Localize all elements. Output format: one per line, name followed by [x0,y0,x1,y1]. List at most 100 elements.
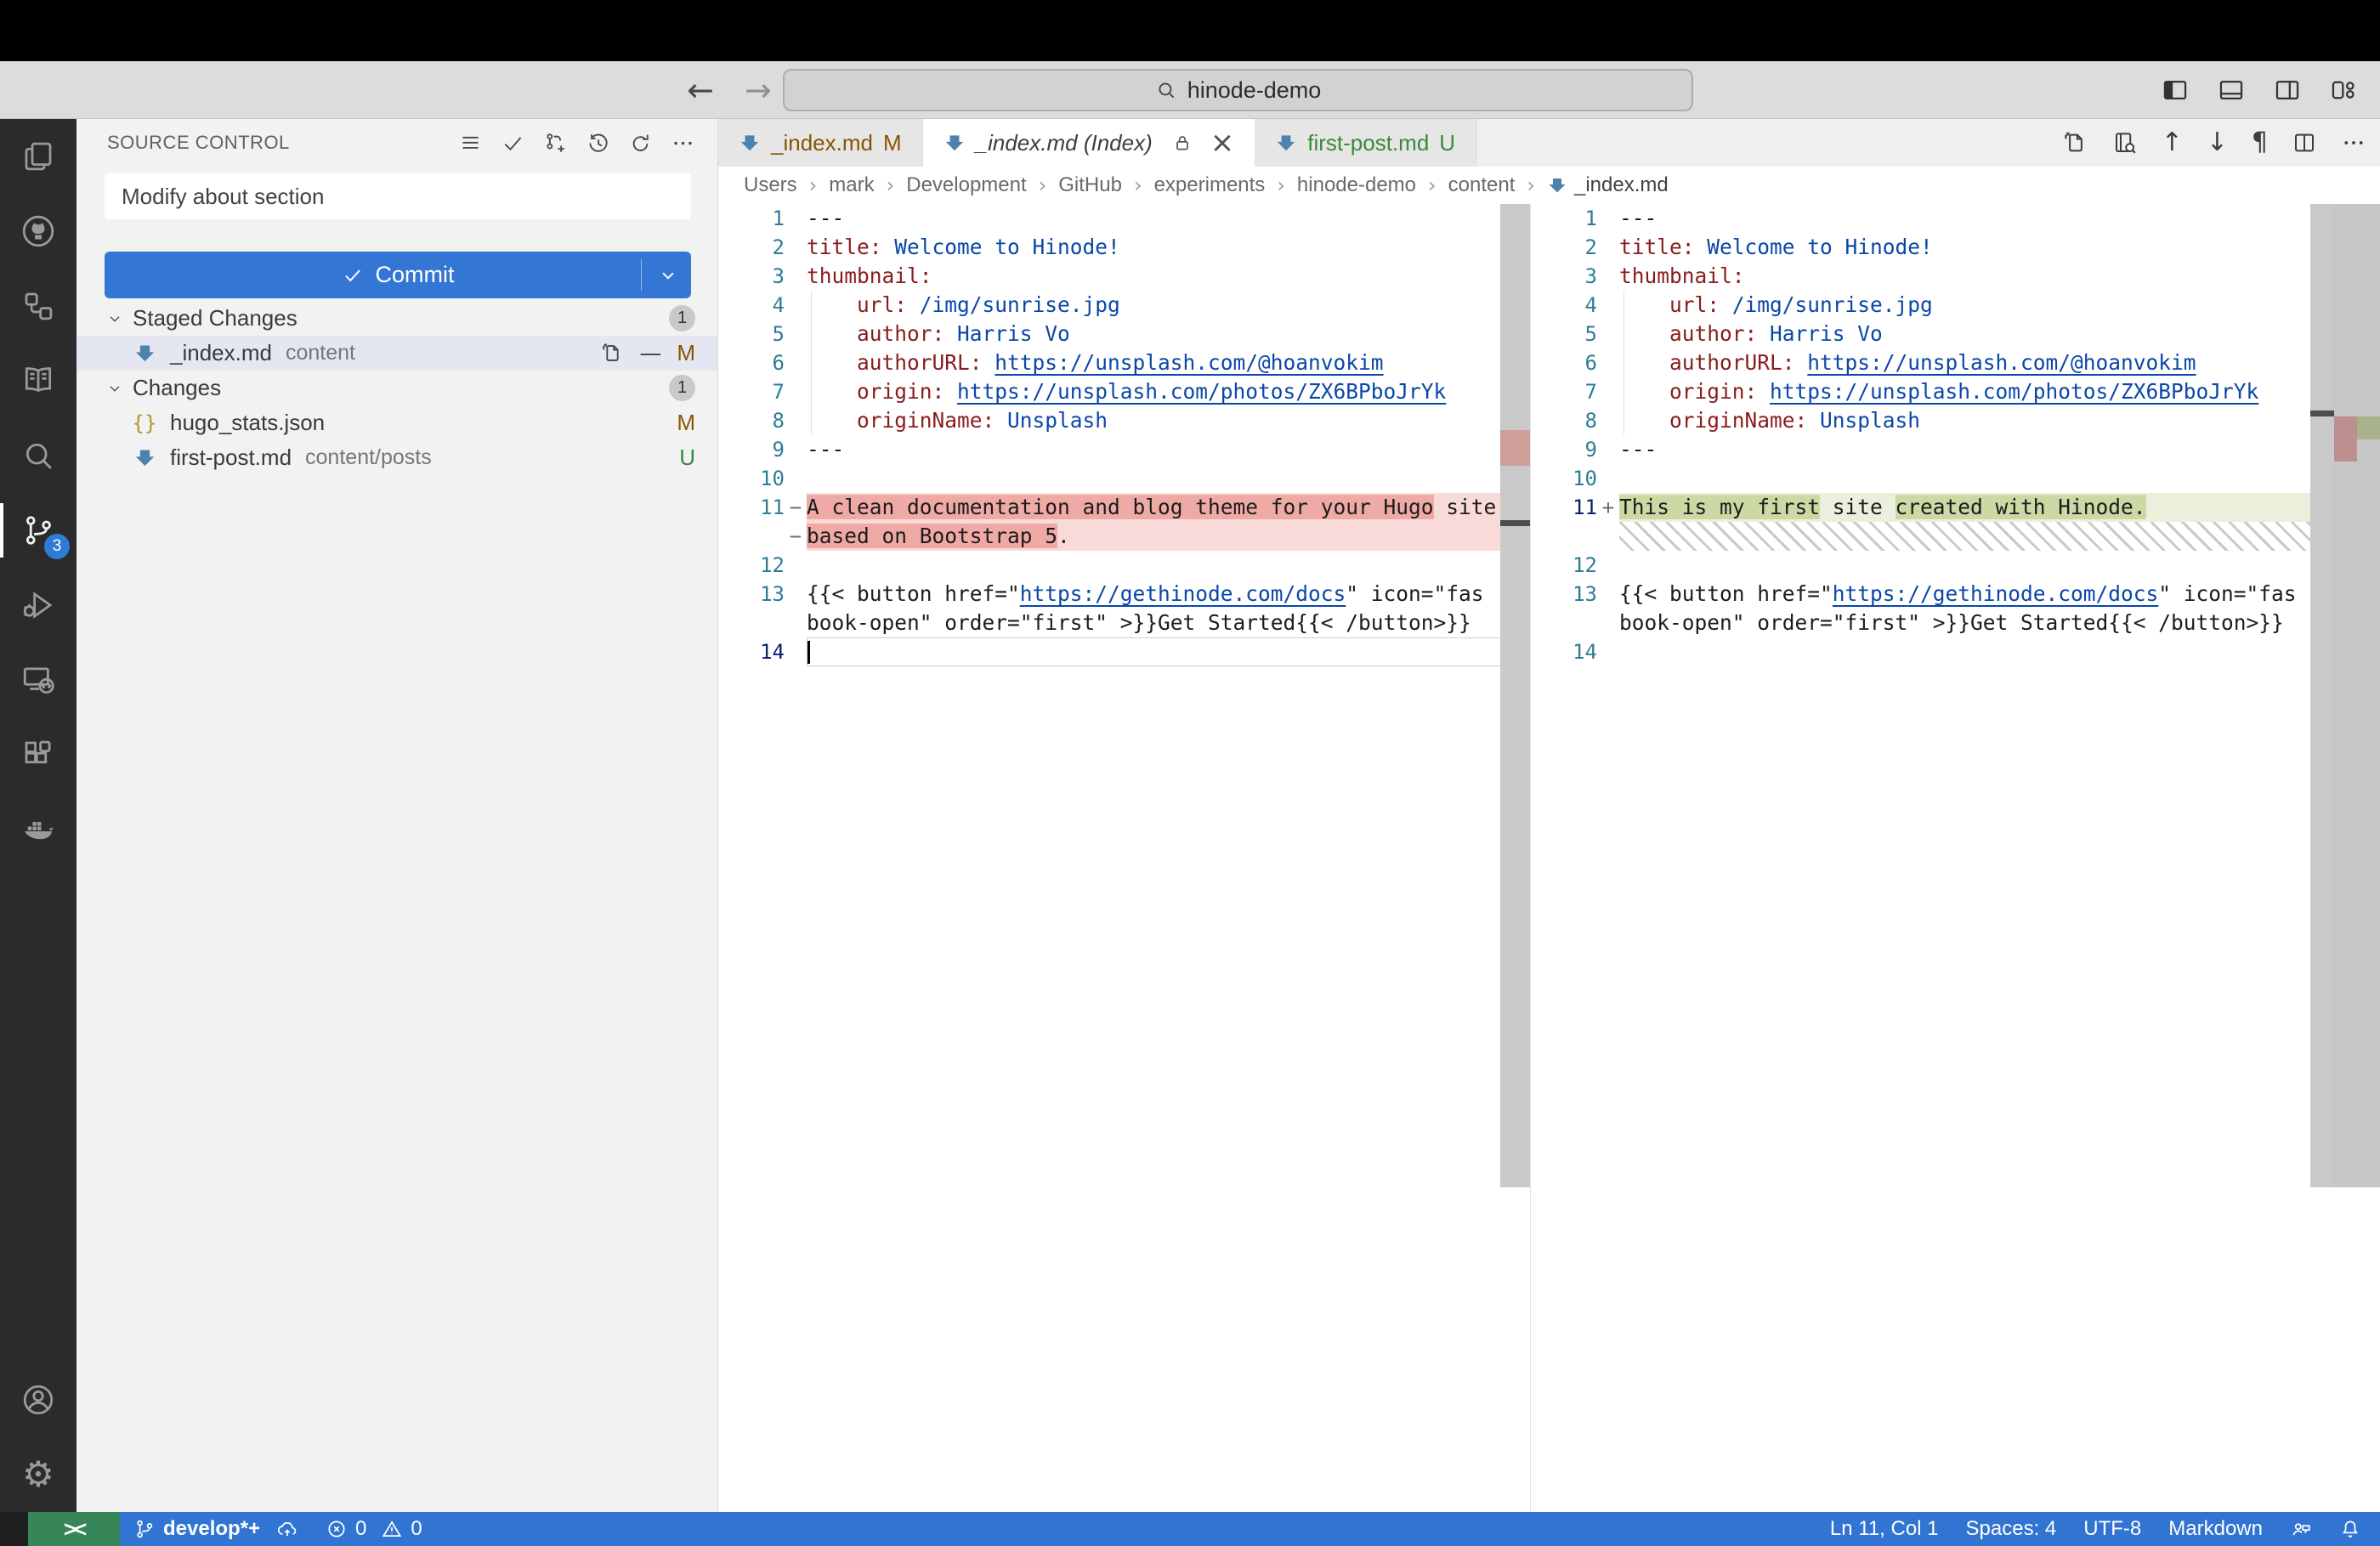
close-tab-icon[interactable]: × [1210,128,1235,157]
activity-item-github[interactable] [0,194,76,269]
breadcrumb-item[interactable]: experiments [1154,173,1266,197]
layout-customize-icon[interactable] [2329,76,2358,105]
diff-sign [1597,204,1619,233]
next-change-icon: ↓ [2207,130,2228,156]
code-line: book-open" order="first" >}}Get Started{… [1531,609,2380,637]
scm-file-hugo_stats.json[interactable]: {}hugo_stats.jsonM [76,405,717,440]
scm-action-more[interactable] [665,125,700,161]
code-line: 12 [718,551,1530,580]
file-path: content/posts [305,445,432,470]
tab--index.md[interactable]: _index.mdM [718,119,923,167]
code-line: 10 [718,464,1530,493]
editor-original[interactable]: 1---2title: Welcome to Hinode!3thumbnail… [718,204,1530,1512]
commit-dropdown-chevron[interactable] [657,264,679,286]
breadcrumb-item[interactable]: Development [906,173,1026,197]
diff-sign [785,204,807,233]
section-changes[interactable]: Changes1 [76,371,717,405]
layout-panel-icon[interactable] [2217,76,2246,105]
scm-action-refresh[interactable] [622,125,658,161]
tab-first-post.md[interactable]: first-post.mdU [1255,119,1476,167]
remote-icon [20,662,56,698]
activity-item-source-control[interactable]: 3 [0,493,76,568]
problems-indicator[interactable]: 0 0 [312,1512,436,1546]
diff-sign [785,348,807,377]
left-scrollbar[interactable] [1500,204,1530,1187]
scm-action-view-as-list[interactable] [452,125,488,161]
code-line: 4 url: /img/sunrise.jpg [1531,291,2380,320]
activity-item-debug[interactable] [0,568,76,643]
activity-bar: 3 ⚙ [0,119,76,1512]
activity-item-hierarchy[interactable] [0,269,76,343]
markdown-file-icon [1547,175,1567,195]
navigate-back-icon[interactable]: ← [687,71,714,109]
scm-action-create-branch[interactable] [537,125,573,161]
activity-item-settings[interactable]: ⚙ [0,1437,76,1512]
line-number: 8 [1531,406,1597,435]
editor-action-toggle-whitespace[interactable]: ¶ [2252,130,2268,156]
editor-modified[interactable]: 1---2title: Welcome to Hinode!3thumbnail… [1530,204,2380,1512]
activity-item-docker[interactable] [0,792,76,867]
commit-button[interactable]: Commit [105,252,691,298]
commit-message-input[interactable] [105,173,691,219]
activity-item-extensions[interactable] [0,717,76,792]
code-line: 4 url: /img/sunrise.jpg [718,291,1530,320]
section-staged-changes[interactable]: Staged Changes1 [76,301,717,336]
remote-indicator[interactable]: >< [28,1512,120,1546]
split-editor-icon [2292,130,2317,156]
scm-action-history[interactable] [580,125,615,161]
editor-action-next-change[interactable]: ↓ [2207,130,2228,156]
activity-item-files[interactable] [0,119,76,194]
line-number [1531,609,1597,637]
code-line: 2title: Welcome to Hinode! [1531,233,2380,262]
diff-editor: 1---2title: Welcome to Hinode!3thumbnail… [718,204,2380,1512]
indentation-setting[interactable]: Spaces: 4 [1952,1512,2071,1546]
scm-file-_index.md[interactable]: _index.mdcontent—M [76,336,717,371]
activity-item-search[interactable] [0,418,76,493]
collapsed-region-filler [1531,522,2380,551]
encoding-setting[interactable]: UTF-8 [2070,1512,2155,1546]
notifications-button[interactable] [2326,1512,2380,1546]
scm-file-first-post.md[interactable]: first-post.mdcontent/postsU [76,440,717,475]
editor-action-split-editor[interactable] [2292,130,2317,156]
language-mode[interactable]: Markdown [2155,1512,2276,1546]
code-line: 14 [718,637,1530,666]
command-center-search[interactable]: hinode-demo [783,69,1693,111]
breadcrumb-item[interactable]: GitHub [1058,173,1122,197]
breadcrumb-file[interactable]: _index.md [1547,173,1669,197]
code-line: 1--- [1531,204,2380,233]
row-action-open-file[interactable] [601,342,624,365]
row-action-unstage-minus[interactable]: — [639,343,661,365]
hierarchy-icon [20,288,56,324]
scrollbar-slider[interactable] [2310,204,2334,1187]
activity-item-book[interactable] [0,343,76,418]
branch-indicator[interactable]: develop*+ [120,1512,312,1546]
navigate-forward-icon[interactable]: → [745,71,772,109]
layout-sidebar-left-icon[interactable] [2161,76,2190,105]
editor-action-open-preview[interactable] [2112,130,2138,156]
cursor-position[interactable]: Ln 11, Col 1 [1816,1512,1952,1546]
right-scrollbar[interactable] [2310,204,2380,1187]
line-number: 1 [1531,204,1597,233]
breadcrumb-item[interactable]: Users [744,173,797,197]
code-line: 9--- [1531,435,2380,464]
code-line: 12 [1531,551,2380,580]
lock-icon[interactable] [1171,132,1193,154]
feedback-button[interactable] [2276,1512,2326,1546]
editor-action-go-to-file[interactable] [2063,130,2088,156]
line-number: 13 [718,580,785,609]
feedback-icon [2290,1518,2312,1540]
editor-action-previous-change[interactable]: ↑ [2162,130,2183,156]
line-number: 12 [718,551,785,580]
scm-action-commit-check[interactable] [495,125,530,161]
tab--index.md-Index-[interactable]: _index.md (Index)× [923,119,1255,167]
editor-action-more[interactable] [2341,130,2366,156]
activity-item-account[interactable] [0,1362,76,1437]
file-name: hugo_stats.json [170,410,325,436]
layout-sidebar-right-icon[interactable] [2273,76,2302,105]
more-icon [671,131,695,156]
breadcrumb-item[interactable]: hinode-demo [1297,173,1416,197]
code-line: 11+This is my first site created with Hi… [1531,493,2380,522]
activity-item-remote[interactable] [0,643,76,717]
breadcrumb-item[interactable]: content [1448,173,1516,197]
breadcrumb-item[interactable]: mark [829,173,874,197]
